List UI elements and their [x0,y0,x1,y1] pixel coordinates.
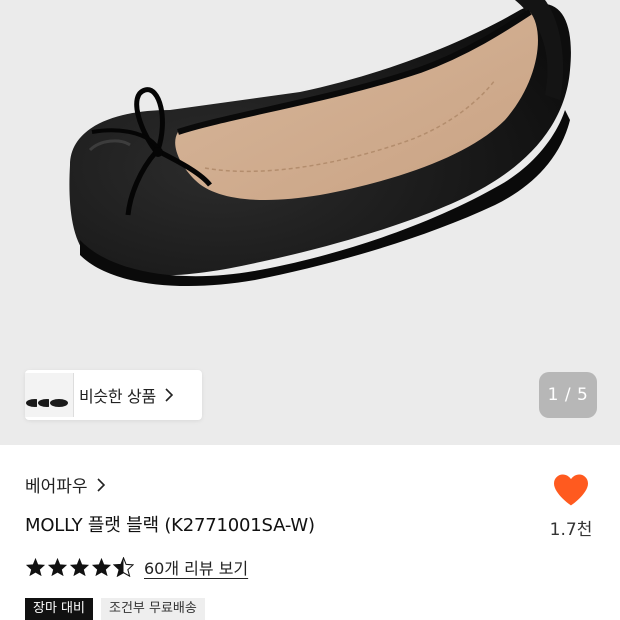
brand-link[interactable]: 베어파우 [25,472,105,497]
rainy-season-badge: 장마 대비 [25,598,93,620]
similar-products-button[interactable]: 비슷한 상품 [25,370,202,420]
star-icon [25,557,46,577]
image-counter: 1 / 5 [539,372,597,418]
star-icon [91,557,112,577]
free-shipping-badge: 조건부 무료배송 [100,598,205,620]
like-count: 1.7천 [549,520,593,540]
similar-thumbnails [25,370,74,420]
product-info: 베어파우 MOLLY 플랫 블랙 (K2771001SA-W) 1.7천 60개… [0,445,620,620]
star-rating [25,557,135,577]
heart-icon [554,474,588,506]
like-button[interactable]: 1.7천 [540,473,602,540]
product-title: MOLLY 플랫 블랙 (K2771001SA-W) [25,515,315,536]
star-icon [47,557,68,577]
similar-thumbnail [49,373,74,417]
chevron-right-icon [165,388,173,402]
product-image-gallery[interactable]: 비슷한 상품 1 / 5 [0,0,620,445]
brand-name: 베어파우 [25,477,88,497]
similar-products-label: 비슷한 상품 [79,387,156,406]
badge-row: 장마 대비 조건부 무료배송 [25,598,213,620]
rating-row: 60개 리뷰 보기 [25,555,248,579]
star-half-icon [113,557,134,577]
chevron-right-icon [96,477,105,492]
review-link[interactable]: 60개 리뷰 보기 [144,555,248,579]
star-icon [69,557,90,577]
